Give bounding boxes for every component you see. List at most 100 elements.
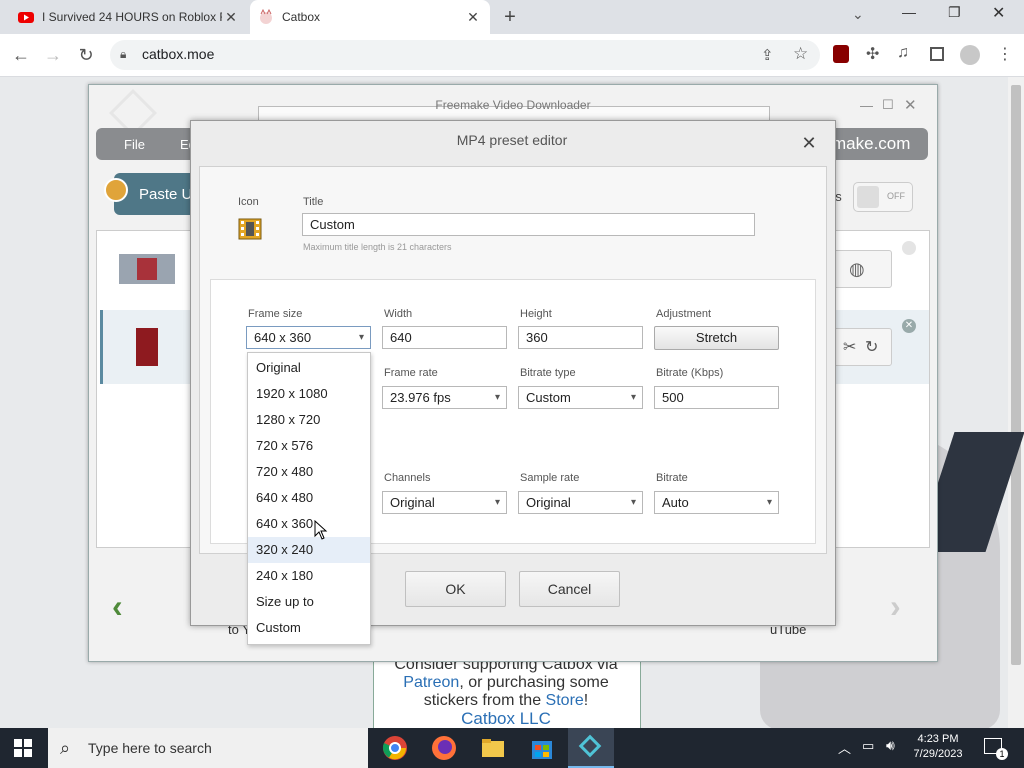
chrome-icon[interactable] [382, 735, 408, 761]
donation-line: stickers from the [423, 692, 546, 709]
frame-size-select[interactable]: 640 x 360 [246, 326, 371, 349]
frame-size-label: Frame size [248, 308, 303, 320]
frame-rate-label: Frame rate [384, 367, 438, 379]
frame-size-option[interactable]: 1920 x 1080 [248, 381, 370, 407]
freemake-minimize-icon[interactable]: — [860, 98, 873, 113]
store-icon[interactable] [529, 735, 555, 761]
adjustment-button[interactable]: Stretch [654, 326, 779, 350]
close-tab-icon[interactable]: ✕ [464, 9, 482, 26]
catbox-icon [258, 8, 274, 25]
width-label: Width [384, 308, 413, 320]
forward-icon[interactable]: → [40, 42, 66, 68]
window-close-icon[interactable]: ✕ [992, 3, 1005, 23]
tab-search-icon[interactable]: ⌄ [852, 6, 864, 23]
dialog-title: MP4 preset editor [456, 132, 568, 148]
freemake-brand: make.com [832, 134, 911, 153]
frame-size-option[interactable]: Custom [248, 615, 370, 641]
channels-select[interactable]: Original [382, 491, 507, 514]
lock-icon[interactable]: 🔒︎ [120, 47, 126, 62]
frame-size-option-hovered[interactable]: 320 x 240 [248, 537, 370, 563]
frame-size-option[interactable]: 640 x 360 [248, 511, 370, 537]
channels-label: Channels [384, 472, 431, 484]
audio-bitrate-label: Bitrate [656, 472, 688, 484]
remove-icon[interactable] [902, 241, 916, 255]
search-placeholder: Type here to search [88, 740, 212, 756]
bitrate-type-label: Bitrate type [520, 367, 576, 379]
film-icon[interactable] [237, 217, 263, 241]
frame-rate-select[interactable]: 23.976 fps [382, 386, 507, 409]
toggle-label: OFF [887, 191, 905, 201]
ublock-icon[interactable] [833, 45, 849, 63]
profile-avatar[interactable] [960, 45, 980, 65]
side-panel-icon[interactable] [930, 47, 944, 61]
frame-size-option[interactable]: Size up to [248, 589, 370, 615]
adjustment-label: Adjustment [656, 308, 712, 320]
frame-size-dropdown: Original 1920 x 1080 1280 x 720 720 x 57… [247, 352, 371, 645]
back-icon[interactable]: ← [8, 42, 34, 68]
cancel-button[interactable]: Cancel [519, 571, 620, 607]
menu-icon[interactable]: ⋮ [997, 44, 1013, 64]
youtube-icon [18, 9, 34, 25]
network-icon[interactable]: ▭ [862, 738, 874, 754]
patreon-link[interactable]: Patreon [403, 674, 459, 691]
scissors-icon: ✂ [843, 339, 857, 356]
restore-icon[interactable]: ❐ [948, 4, 961, 21]
windows-start-icon[interactable] [14, 739, 32, 757]
dialog-close-icon[interactable]: ✕ [800, 134, 818, 152]
reload-icon[interactable]: ↻ [73, 42, 99, 68]
volume-icon[interactable]: 🔊︎ [886, 737, 895, 754]
sample-rate-label: Sample rate [520, 472, 580, 484]
firefox-icon[interactable] [431, 735, 457, 761]
url-text: catbox.moe [142, 46, 215, 62]
media-icon[interactable]: ♫ [897, 44, 909, 62]
extensions-icon[interactable]: ✣ [866, 44, 879, 64]
toggle-switch[interactable]: OFF [853, 182, 913, 212]
globe-icon: ◍ [849, 259, 865, 279]
mouse-cursor-icon [314, 520, 328, 540]
paste-url-label: Paste U [139, 186, 193, 203]
frame-size-option[interactable]: 1280 x 720 [248, 407, 370, 433]
freemake-maximize-icon[interactable]: ☐ [882, 97, 894, 113]
prev-arrow-icon[interactable]: ‹ [112, 588, 123, 625]
height-input[interactable]: 360 [518, 326, 643, 349]
minimize-icon[interactable]: — [902, 4, 916, 20]
ok-button[interactable]: OK [405, 571, 506, 607]
refresh-icon: ↻ [865, 339, 879, 356]
frame-size-option[interactable]: 640 x 480 [248, 485, 370, 511]
frame-size-option[interactable]: Original [248, 355, 370, 381]
address-bar[interactable] [110, 40, 820, 70]
next-arrow-icon[interactable]: › [890, 588, 901, 625]
share-icon[interactable]: ⇪ [761, 46, 774, 64]
width-input[interactable]: 640 [382, 326, 507, 349]
clock-date: 7/29/2023 [913, 748, 963, 760]
catbox-llc-text: Catbox LLC [461, 709, 551, 728]
freemake-close-icon[interactable]: ✕ [904, 96, 917, 114]
freemake-icon [578, 734, 602, 758]
sample-rate-select[interactable]: Original [518, 491, 643, 514]
store-link[interactable]: Store [546, 692, 584, 709]
freemake-taskbar-button[interactable] [568, 728, 614, 768]
title-label: Title [303, 196, 324, 208]
clock[interactable]: 4:23 PM 7/29/2023 [908, 732, 968, 762]
freemake-window-title: Freemake Video Downloader [435, 98, 591, 112]
scrollbar[interactable] [1008, 77, 1024, 728]
title-input[interactable]: Custom [302, 213, 755, 236]
tab-title: Catbox [282, 10, 321, 24]
frame-size-option[interactable]: 720 x 576 [248, 433, 370, 459]
new-tab-button[interactable]: + [498, 5, 522, 29]
tab-youtube[interactable]: I Survived 24 HOURS on Roblox F ✕ [0, 0, 248, 34]
height-label: Height [520, 308, 552, 320]
bitrate-kbps-input[interactable]: 500 [654, 386, 779, 409]
notification-badge: 1 [996, 748, 1008, 760]
frame-size-option[interactable]: 240 x 180 [248, 563, 370, 589]
file-explorer-icon[interactable] [480, 735, 506, 761]
bookmark-star-icon[interactable]: ☆ [793, 44, 808, 64]
frame-size-option[interactable]: 720 x 480 [248, 459, 370, 485]
close-tab-icon[interactable]: ✕ [222, 9, 240, 26]
chevron-up-icon[interactable]: ︿ [838, 738, 851, 757]
audio-bitrate-select[interactable]: Auto [654, 491, 779, 514]
bitrate-type-select[interactable]: Custom [518, 386, 643, 409]
tab-catbox[interactable]: Catbox ✕ [250, 0, 490, 34]
menu-file[interactable]: File [124, 137, 145, 152]
remove-icon[interactable]: ✕ [902, 319, 916, 333]
